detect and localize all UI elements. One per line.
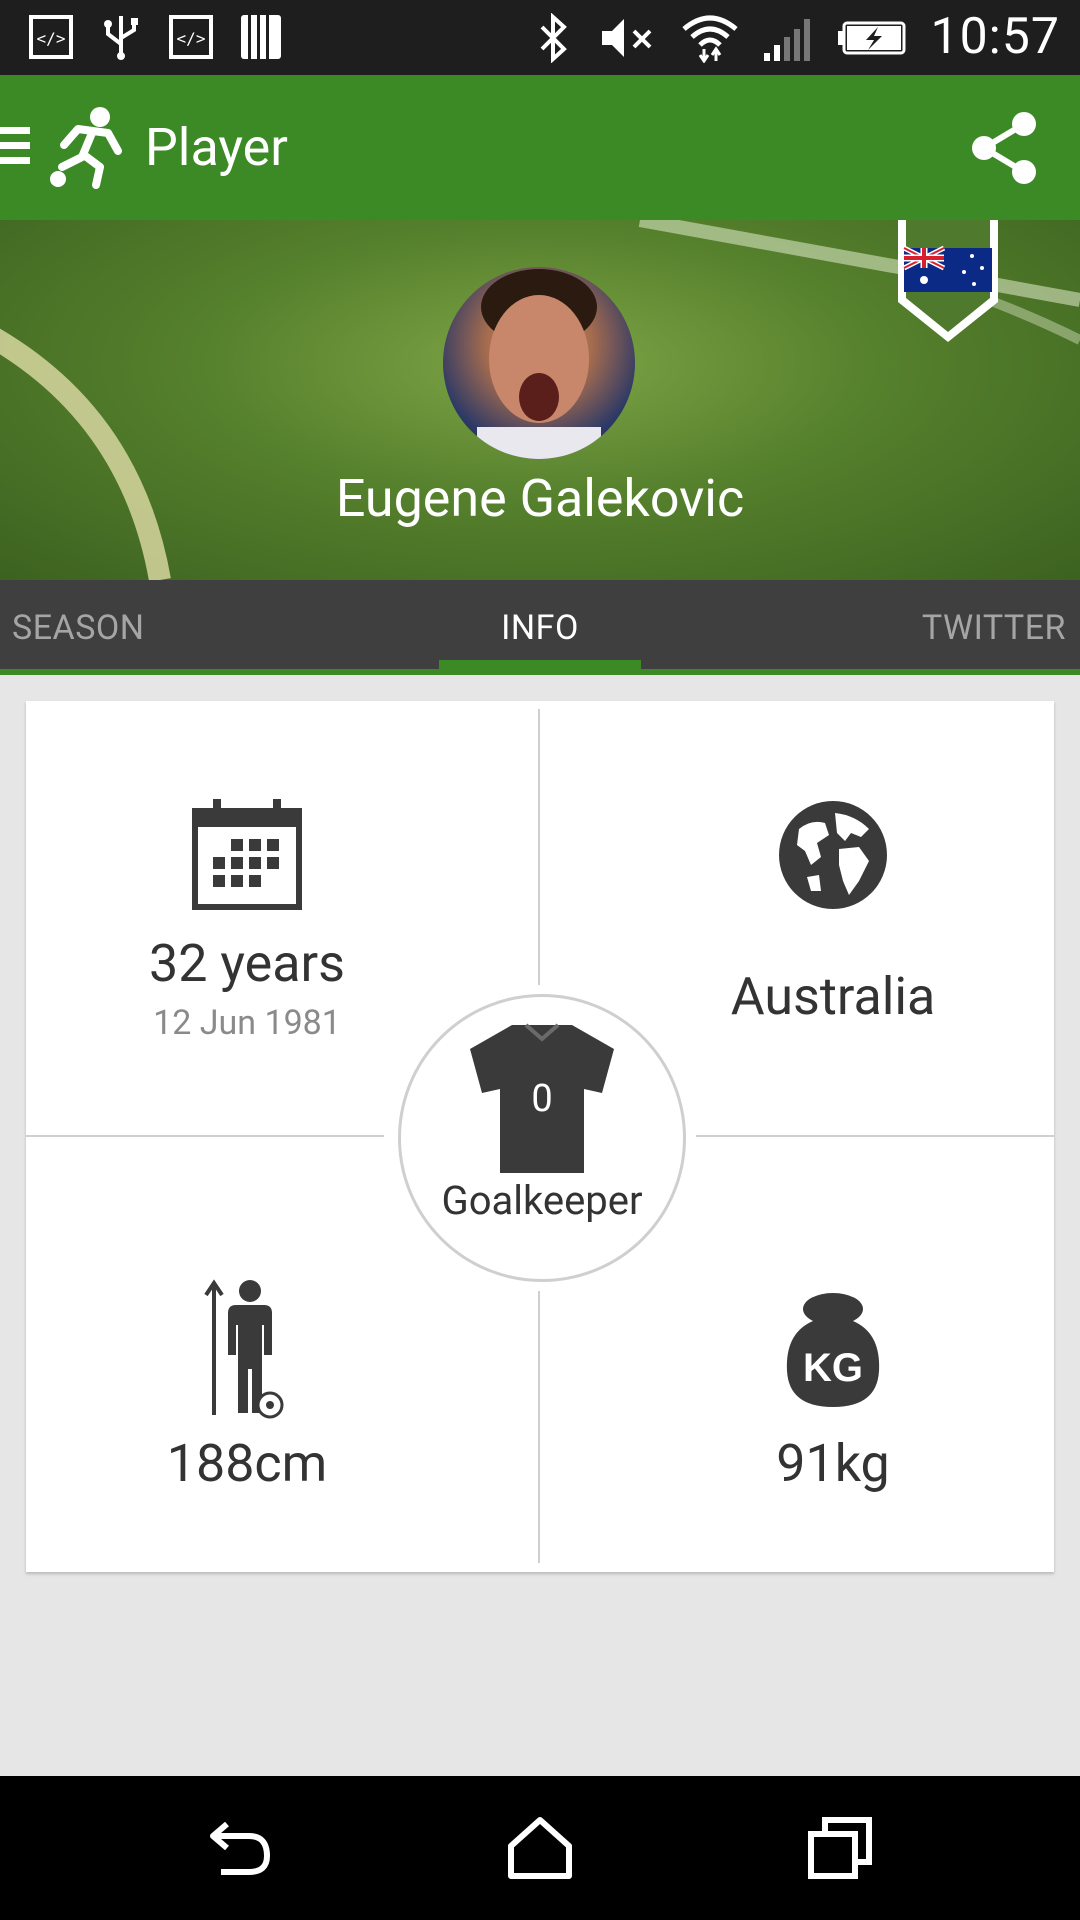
divider [538,1291,540,1563]
status-bar: </> </> 10:57 [0,0,1080,75]
menu-icon[interactable] [0,127,30,167]
shirt-number: 0 [531,1077,553,1121]
nationality: Australia [730,966,936,1027]
tab-selected-indicator [439,660,641,669]
position-badge: 0 Goalkeeper [398,994,686,1282]
divider [696,1135,1054,1137]
sim-card-icon [241,15,281,59]
weight-kg-icon: KG [786,1293,880,1407]
svg-text:</>: </> [37,29,66,48]
page-title: Player [145,117,288,178]
tab-bar-underline [0,669,1080,675]
tab-bar: SEASON INFO TWITTER [0,580,1080,675]
volume-mute-icon [602,18,652,57]
app-bar: Player [0,75,1080,220]
player-info-card: 32 years 12 Jun 1981 Australia 188cm KG … [26,701,1054,1572]
home-icon[interactable] [505,1816,575,1880]
developer-code-icon: </> [29,15,73,59]
battery-charging-icon [838,21,906,54]
svg-text:</>: </> [177,29,206,48]
recent-apps-icon[interactable] [805,1816,875,1880]
player-age: 32 years [149,933,345,994]
height-icon [204,1279,284,1419]
navigation-bar [0,1776,1080,1920]
divider [26,1135,384,1137]
tab-info[interactable]: INFO [0,608,1080,648]
player-header: Eugene Galekovic [0,220,1080,580]
player-weight: 91kg [776,1433,890,1494]
clock: 10:57 [930,8,1060,66]
developer-code-icon: </> [169,15,213,59]
tab-twitter[interactable]: TWITTER [922,608,1066,648]
share-icon[interactable] [968,110,1040,186]
player-photo [477,269,601,459]
svg-text:KG: KG [803,1346,863,1390]
player-height: 188cm [166,1433,328,1494]
player-position: Goalkeeper [441,1177,643,1224]
back-icon[interactable] [205,1816,275,1880]
player-name: Eugene Galekovic [335,468,745,529]
globe-icon [779,801,887,909]
avatar [443,267,635,459]
divider [538,709,540,985]
bluetooth-icon [541,12,568,63]
wifi-icon [682,15,739,63]
signal-strength-icon [764,18,811,61]
calendar-icon [192,799,302,910]
birth-date: 12 Jun 1981 [153,1003,341,1043]
australia-flag-icon [898,220,998,342]
usb-icon [104,16,138,60]
soccer-player-icon [50,107,122,189]
